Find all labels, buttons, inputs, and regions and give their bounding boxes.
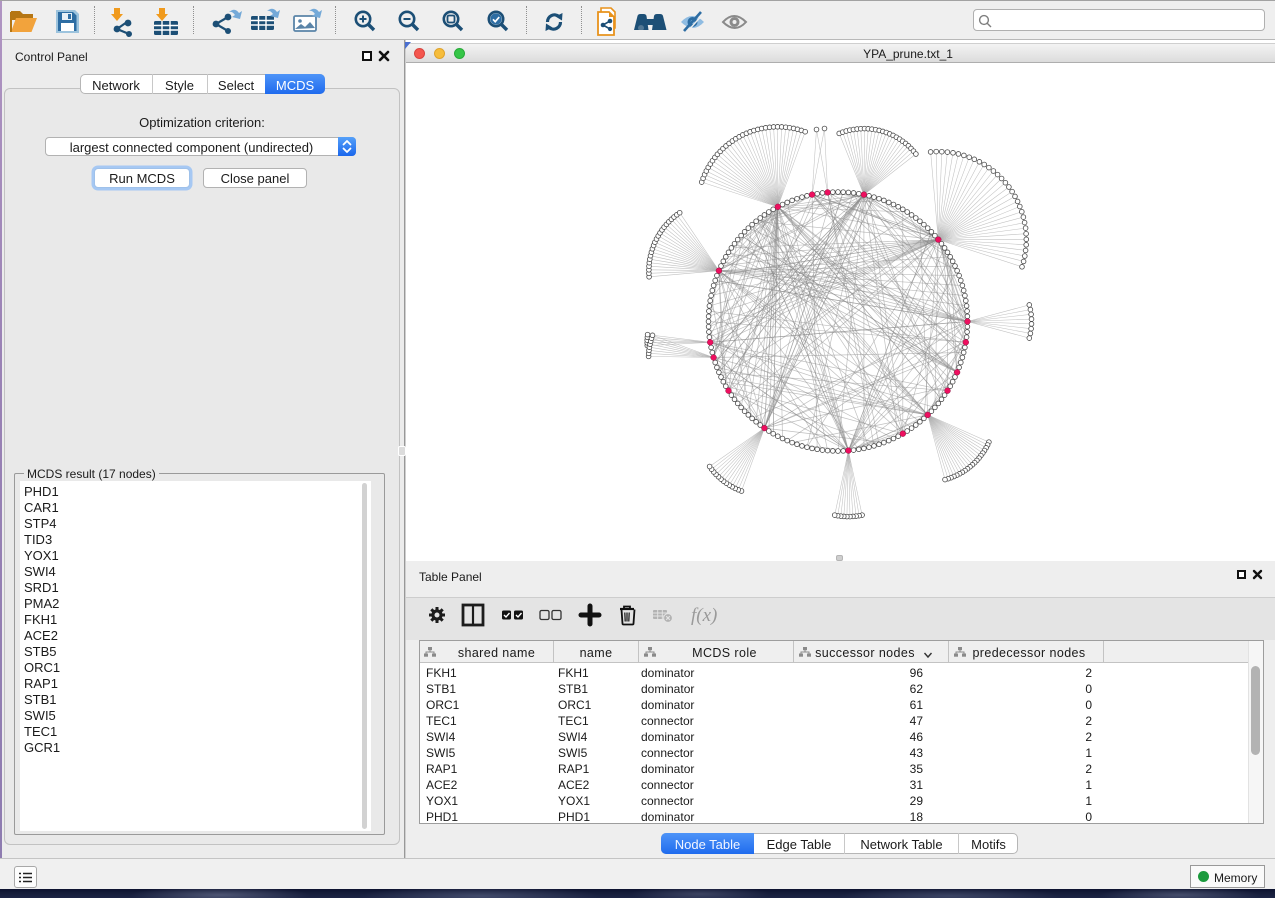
- svg-text:f(x): f(x): [691, 605, 717, 626]
